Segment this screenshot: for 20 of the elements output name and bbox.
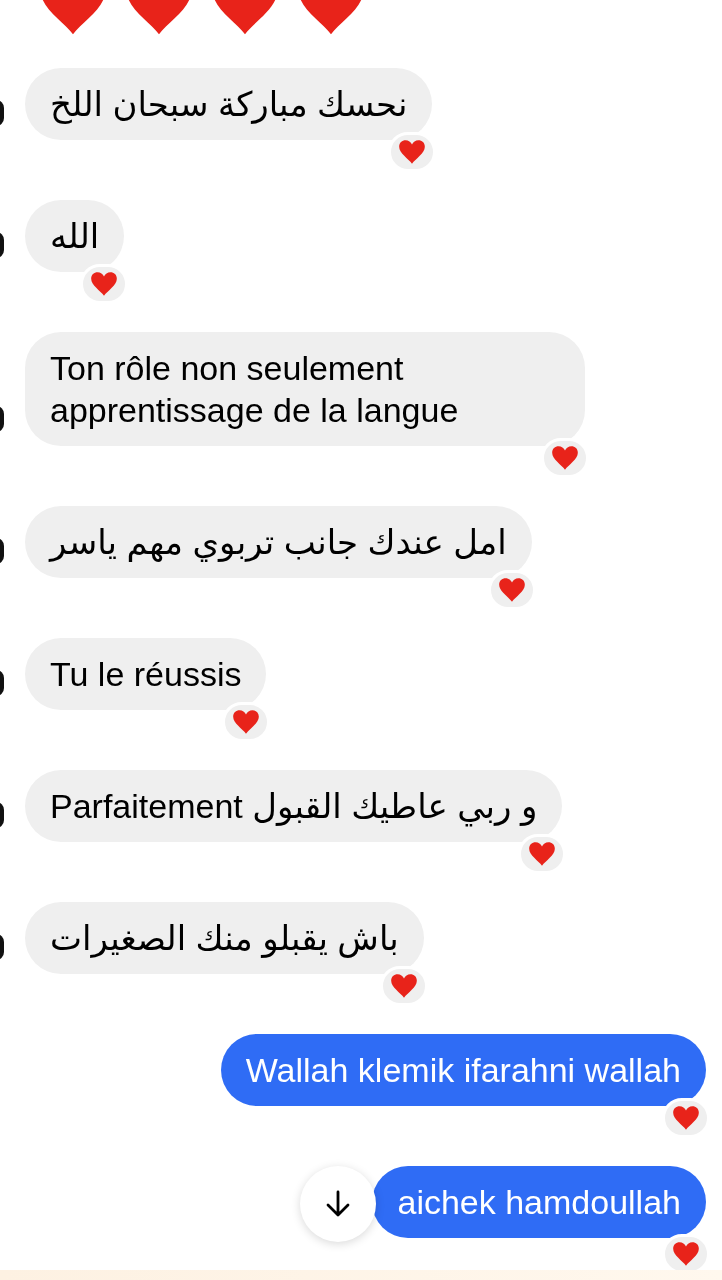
heart-icon (397, 138, 428, 166)
scroll-down-button[interactable] (300, 1166, 377, 1242)
heart-icon (496, 576, 527, 604)
heart-icon (388, 972, 419, 1000)
arrow-down-icon (325, 1190, 352, 1218)
message-bubble: Wallah klemik ifarahni wallah (220, 1034, 706, 1106)
heart-icon (671, 1104, 701, 1132)
message-bubble: الله (25, 200, 125, 272)
message-bubble: و ربي عاطيك القبول Parfaitement (25, 770, 563, 842)
message-bubble: aichek hamdoullah (372, 1166, 706, 1238)
heart-icon (89, 270, 120, 298)
heart-icon (671, 1240, 701, 1268)
message-bubble: باش يقبلو منك الصغيرات (25, 902, 424, 974)
heart-icon (550, 444, 580, 472)
heart-icon (527, 840, 558, 868)
message-bubble: امل عندك جانب تربوي مهم ياسر (25, 506, 532, 578)
message-bubble: نحسك مباركة سبحان اللخ (25, 68, 433, 140)
message-bubble: Ton rôle non seulement apprentissage de la langue (25, 332, 585, 446)
message-bubble: Tu le réussis (25, 638, 267, 710)
heart-icon (231, 708, 262, 736)
